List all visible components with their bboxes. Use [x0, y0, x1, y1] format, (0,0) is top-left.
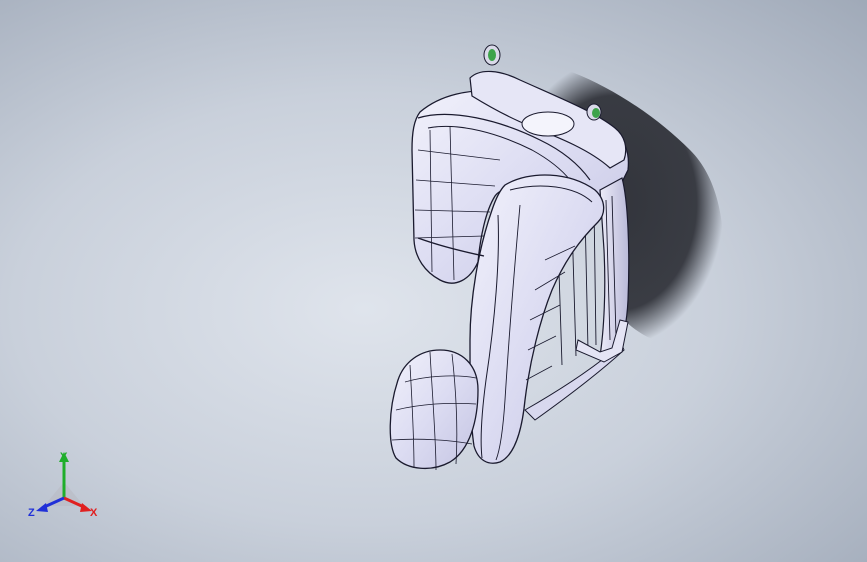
x-axis-label: X	[90, 507, 98, 519]
mounting-bolt-right	[586, 103, 602, 121]
graphics-viewport[interactable]: Y X Z	[0, 0, 867, 562]
front-bolster-pod	[389, 349, 479, 469]
seat-cushion	[469, 174, 605, 464]
mounting-bolt-left	[483, 44, 501, 66]
headrest-slot	[521, 111, 575, 137]
z-axis-label: Z	[28, 507, 35, 519]
seat-3d-model[interactable]	[0, 0, 867, 562]
axis-triad: Y X Z	[28, 451, 98, 519]
y-axis-label: Y	[60, 451, 68, 463]
z-axis-arrow-icon	[36, 503, 48, 512]
